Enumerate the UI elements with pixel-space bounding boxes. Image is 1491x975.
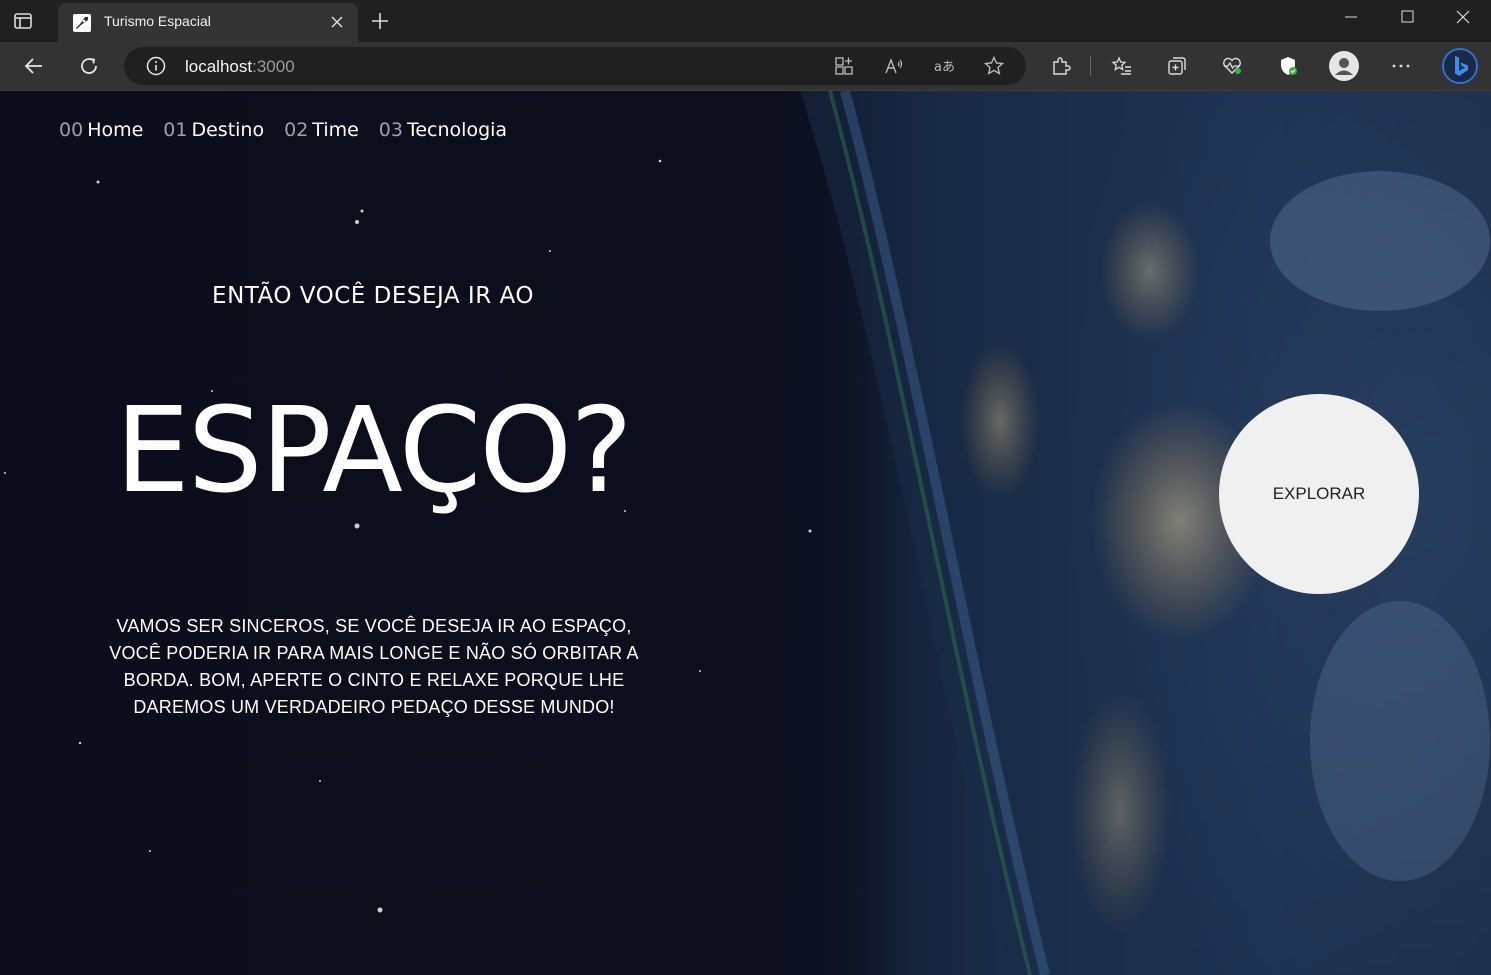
nav-item-tecnologia[interactable]: 03 Tecnologia: [379, 119, 507, 141]
maximize-icon[interactable]: [1379, 0, 1435, 34]
svg-text:aあ: aあ: [934, 60, 955, 75]
nav-label: Home: [87, 119, 144, 141]
read-aloud-icon[interactable]: [882, 54, 906, 78]
favorite-star-icon[interactable]: [982, 54, 1006, 78]
nav-number: 02: [284, 119, 309, 141]
performance-heart-icon[interactable]: [1220, 54, 1244, 78]
hero-page: 00 Home 01 Destino 02 Time 03 Tecnologia ENT…: [0, 91, 1491, 975]
translate-icon[interactable]: aあ: [932, 54, 956, 78]
close-window-icon[interactable]: [1435, 0, 1491, 34]
nav-label: Destino: [191, 119, 265, 141]
minimize-icon[interactable]: [1323, 0, 1379, 34]
profile-avatar-icon[interactable]: [1329, 51, 1359, 81]
hero-headline: ESPAÇO?: [115, 381, 633, 519]
toolbar-divider: [1090, 56, 1091, 76]
rocket-favicon-icon: [72, 13, 92, 33]
tab-actions-icon[interactable]: [12, 10, 34, 32]
nav-number: 00: [59, 119, 84, 141]
browser-toolbar: localhost:3000 aあ: [0, 42, 1491, 91]
hero-subtitle: ENTÃO VOCÊ DESEJA IR AO: [212, 283, 534, 309]
nav-item-home[interactable]: 00 Home: [59, 119, 143, 141]
hero-body-text: VAMOS SER SINCEROS, SE VOCÊ DESEJA IR AO…: [109, 616, 639, 717]
browser-tab-bar: Turismo Espacial: [0, 0, 1491, 42]
tab-title: Turismo Espacial: [104, 13, 211, 29]
url-host: localhost: [185, 57, 253, 76]
app-available-icon[interactable]: [832, 54, 856, 78]
shield-icon[interactable]: [1276, 54, 1300, 78]
nav-number: 03: [378, 119, 403, 141]
more-menu-icon[interactable]: [1389, 54, 1413, 78]
nav-item-time[interactable]: 02 Time: [284, 119, 359, 141]
info-icon[interactable]: [144, 54, 168, 78]
nav-label: Tecnologia: [406, 119, 508, 141]
browser-tab[interactable]: Turismo Espacial: [58, 3, 358, 42]
nav-item-destino[interactable]: 01 Destino: [163, 119, 264, 141]
nav-number: 01: [163, 119, 188, 141]
main-nav: 00 Home 01 Destino 02 Time 03 Tecnologia: [59, 119, 507, 141]
new-tab-icon[interactable]: [368, 9, 392, 33]
collections-icon[interactable]: [1165, 54, 1189, 78]
back-arrow-icon[interactable]: [22, 54, 46, 78]
bing-copilot-icon[interactable]: [1441, 47, 1479, 85]
extensions-icon[interactable]: [1049, 54, 1073, 78]
explore-button[interactable]: EXPLORAR: [1219, 394, 1419, 594]
url-port: :3000: [252, 57, 295, 76]
url-text[interactable]: localhost:3000: [185, 57, 295, 77]
nav-label: Time: [312, 119, 359, 141]
favorites-list-icon[interactable]: [1110, 54, 1134, 78]
address-bar[interactable]: localhost:3000 aあ: [124, 47, 1026, 85]
reload-icon[interactable]: [77, 54, 101, 78]
close-tab-icon[interactable]: [326, 11, 348, 33]
